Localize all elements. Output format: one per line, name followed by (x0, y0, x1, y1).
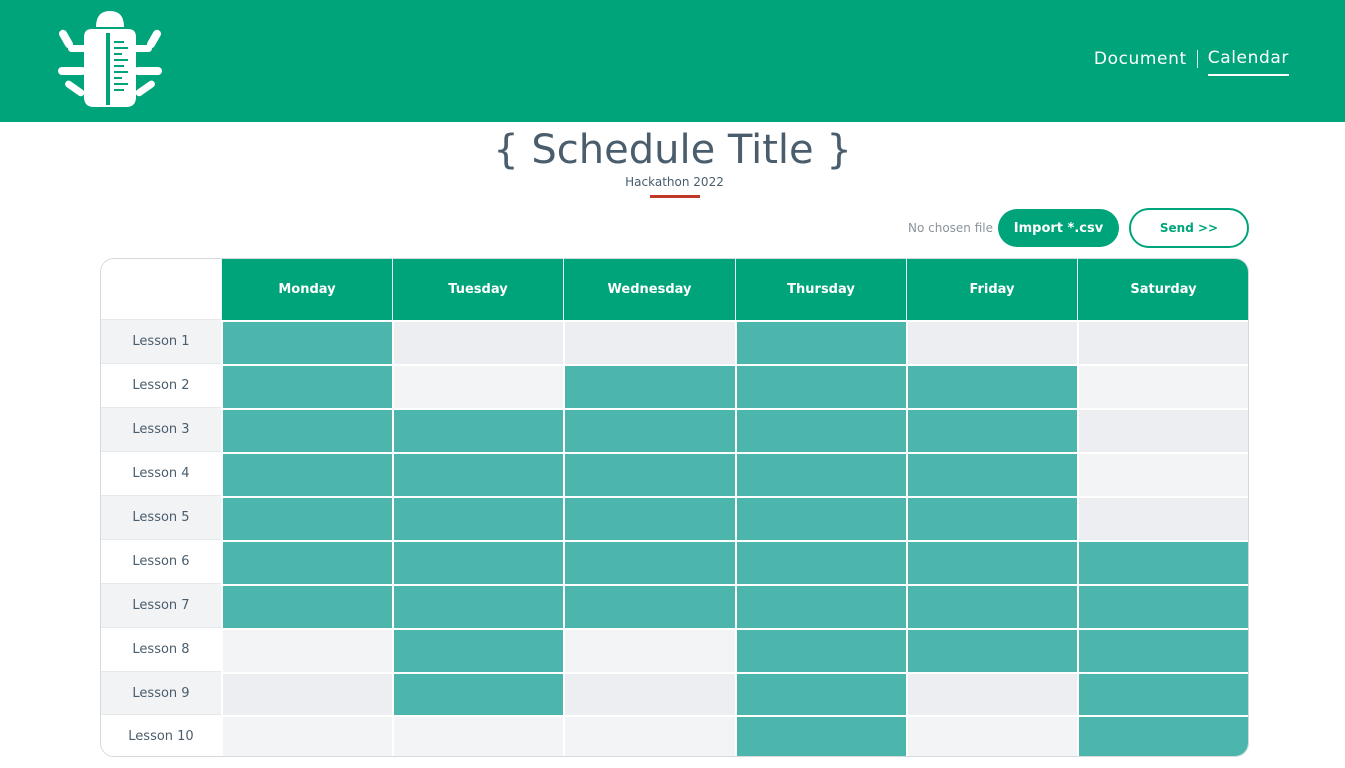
lesson-label: Lesson 4 (101, 452, 221, 496)
schedule-cell-tuesday-lesson-5[interactable] (394, 498, 563, 540)
day-header-monday: Monday (221, 259, 392, 320)
main-nav: Document Calendar (1094, 48, 1289, 76)
nav-divider (1196, 50, 1198, 68)
schedule-grid: Monday Tuesday Wednesday Thursday Friday Satu… (100, 258, 1249, 757)
schedule-cell-saturday-lesson-2[interactable] (1079, 366, 1248, 408)
schedule-cell-thursday-lesson-10[interactable] (737, 717, 906, 756)
schedule-cell-saturday-lesson-7[interactable] (1079, 586, 1248, 628)
schedule-cell-friday-lesson-1[interactable] (908, 322, 1077, 364)
schedule-cell-tuesday-lesson-2[interactable] (394, 366, 563, 408)
schedule-cell-tuesday-lesson-10[interactable] (394, 717, 563, 756)
schedule-cell-saturday-lesson-5[interactable] (1079, 498, 1248, 540)
day-header-tuesday: Tuesday (392, 259, 563, 320)
lesson-label: Lesson 2 (101, 364, 221, 408)
schedule-cell-thursday-lesson-8[interactable] (737, 630, 906, 672)
schedule-cell-wednesday-lesson-2[interactable] (565, 366, 735, 408)
day-header-thursday: Thursday (735, 259, 906, 320)
schedule-cell-wednesday-lesson-10[interactable] (565, 717, 735, 756)
day-header-saturday: Saturday (1077, 259, 1248, 320)
schedule-cell-monday-lesson-7[interactable] (223, 586, 392, 628)
schedule-cell-monday-lesson-6[interactable] (223, 542, 392, 584)
schedule-subtitle: Hackathon 2022 (625, 175, 724, 189)
lesson-label: Lesson 10 (101, 715, 221, 756)
schedule-cell-thursday-lesson-6[interactable] (737, 542, 906, 584)
schedule-cell-thursday-lesson-9[interactable] (737, 674, 906, 715)
schedule-cell-friday-lesson-10[interactable] (908, 717, 1077, 756)
bug-logo-icon[interactable] (58, 9, 162, 111)
schedule-cell-tuesday-lesson-4[interactable] (394, 454, 563, 496)
schedule-cell-saturday-lesson-6[interactable] (1079, 542, 1248, 584)
schedule-cell-friday-lesson-7[interactable] (908, 586, 1077, 628)
lesson-label: Lesson 8 (101, 628, 221, 672)
file-status-label: No chosen file (907, 221, 993, 235)
schedule-cell-thursday-lesson-3[interactable] (737, 410, 906, 452)
lesson-label: Lesson 9 (101, 672, 221, 715)
schedule-cell-wednesday-lesson-8[interactable] (565, 630, 735, 672)
schedule-cell-saturday-lesson-8[interactable] (1079, 630, 1248, 672)
schedule-cell-tuesday-lesson-9[interactable] (394, 674, 563, 715)
schedule-cell-monday-lesson-5[interactable] (223, 498, 392, 540)
schedule-cell-friday-lesson-8[interactable] (908, 630, 1077, 672)
schedule-cell-thursday-lesson-7[interactable] (737, 586, 906, 628)
schedule-cell-tuesday-lesson-6[interactable] (394, 542, 563, 584)
schedule-cell-tuesday-lesson-8[interactable] (394, 630, 563, 672)
day-header-wednesday: Wednesday (563, 259, 735, 320)
schedule-cell-tuesday-lesson-3[interactable] (394, 410, 563, 452)
schedule-cell-monday-lesson-1[interactable] (223, 322, 392, 364)
schedule-cell-friday-lesson-6[interactable] (908, 542, 1077, 584)
schedule-title: { Schedule Title } (493, 127, 852, 173)
import-csv-button[interactable]: Import *.csv (998, 209, 1119, 247)
schedule-cell-thursday-lesson-5[interactable] (737, 498, 906, 540)
day-header-friday: Friday (906, 259, 1077, 320)
schedule-cell-thursday-lesson-4[interactable] (737, 454, 906, 496)
schedule-cell-saturday-lesson-1[interactable] (1079, 322, 1248, 364)
schedule-cell-monday-lesson-2[interactable] (223, 366, 392, 408)
lesson-label: Lesson 6 (101, 540, 221, 584)
schedule-cell-friday-lesson-5[interactable] (908, 498, 1077, 540)
schedule-cell-wednesday-lesson-5[interactable] (565, 498, 735, 540)
lesson-label: Lesson 5 (101, 496, 221, 540)
schedule-cell-wednesday-lesson-4[interactable] (565, 454, 735, 496)
schedule-cell-wednesday-lesson-1[interactable] (565, 322, 735, 364)
schedule-cell-wednesday-lesson-7[interactable] (565, 586, 735, 628)
schedule-cell-saturday-lesson-3[interactable] (1079, 410, 1248, 452)
schedule-cell-friday-lesson-4[interactable] (908, 454, 1077, 496)
title-underline (650, 195, 700, 198)
nav-document-link[interactable]: Document (1094, 49, 1187, 75)
schedule-cell-tuesday-lesson-1[interactable] (394, 322, 563, 364)
schedule-cell-wednesday-lesson-6[interactable] (565, 542, 735, 584)
nav-calendar-link[interactable]: Calendar (1207, 48, 1289, 76)
schedule-cell-saturday-lesson-4[interactable] (1079, 454, 1248, 496)
schedule-cell-thursday-lesson-2[interactable] (737, 366, 906, 408)
schedule-cell-wednesday-lesson-9[interactable] (565, 674, 735, 715)
schedule-cell-monday-lesson-10[interactable] (223, 717, 392, 756)
schedule-cell-monday-lesson-3[interactable] (223, 410, 392, 452)
schedule-cell-monday-lesson-8[interactable] (223, 630, 392, 672)
lesson-label: Lesson 3 (101, 408, 221, 452)
top-bar: Document Calendar (0, 0, 1345, 122)
schedule-cell-tuesday-lesson-7[interactable] (394, 586, 563, 628)
schedule-cell-wednesday-lesson-3[interactable] (565, 410, 735, 452)
schedule-cell-saturday-lesson-9[interactable] (1079, 674, 1248, 715)
schedule-cell-friday-lesson-9[interactable] (908, 674, 1077, 715)
lesson-label: Lesson 1 (101, 320, 221, 364)
schedule-cell-monday-lesson-4[interactable] (223, 454, 392, 496)
send-button[interactable]: Send >> (1129, 208, 1249, 248)
grid-corner (101, 259, 221, 320)
schedule-cell-monday-lesson-9[interactable] (223, 674, 392, 715)
schedule-cell-saturday-lesson-10[interactable] (1079, 717, 1248, 756)
schedule-cell-friday-lesson-2[interactable] (908, 366, 1077, 408)
lesson-label: Lesson 7 (101, 584, 221, 628)
schedule-cell-thursday-lesson-1[interactable] (737, 322, 906, 364)
schedule-cell-friday-lesson-3[interactable] (908, 410, 1077, 452)
